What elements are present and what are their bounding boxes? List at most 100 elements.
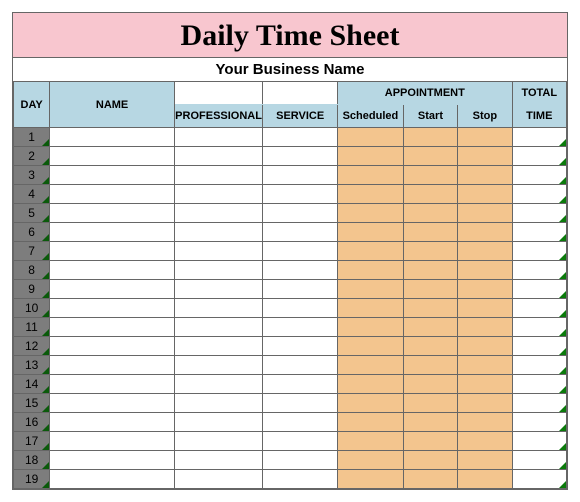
cell-scheduled[interactable]	[338, 375, 404, 394]
cell-start[interactable]	[403, 451, 457, 470]
cell-scheduled[interactable]	[338, 470, 404, 489]
cell-scheduled[interactable]	[338, 432, 404, 451]
cell-name[interactable]	[50, 432, 175, 451]
cell-professional[interactable]	[174, 166, 262, 185]
cell-professional[interactable]	[174, 394, 262, 413]
cell-service[interactable]	[263, 261, 338, 280]
cell-stop[interactable]	[458, 261, 512, 280]
cell-start[interactable]	[403, 166, 457, 185]
cell-professional[interactable]	[174, 204, 262, 223]
cell-service[interactable]	[263, 394, 338, 413]
cell-total-time[interactable]	[512, 337, 566, 356]
cell-start[interactable]	[403, 261, 457, 280]
cell-stop[interactable]	[458, 356, 512, 375]
cell-professional[interactable]	[174, 451, 262, 470]
cell-scheduled[interactable]	[338, 337, 404, 356]
cell-professional[interactable]	[174, 375, 262, 394]
cell-stop[interactable]	[458, 166, 512, 185]
cell-name[interactable]	[50, 166, 175, 185]
cell-day[interactable]: 9	[14, 280, 50, 299]
cell-professional[interactable]	[174, 356, 262, 375]
cell-service[interactable]	[263, 147, 338, 166]
cell-professional[interactable]	[174, 413, 262, 432]
cell-day[interactable]: 14	[14, 375, 50, 394]
cell-professional[interactable]	[174, 261, 262, 280]
cell-name[interactable]	[50, 470, 175, 489]
cell-name[interactable]	[50, 280, 175, 299]
cell-professional[interactable]	[174, 280, 262, 299]
cell-total-time[interactable]	[512, 204, 566, 223]
cell-scheduled[interactable]	[338, 261, 404, 280]
cell-service[interactable]	[263, 166, 338, 185]
cell-stop[interactable]	[458, 280, 512, 299]
cell-day[interactable]: 5	[14, 204, 50, 223]
cell-name[interactable]	[50, 318, 175, 337]
cell-service[interactable]	[263, 413, 338, 432]
cell-stop[interactable]	[458, 413, 512, 432]
cell-total-time[interactable]	[512, 299, 566, 318]
cell-professional[interactable]	[174, 242, 262, 261]
cell-day[interactable]: 19	[14, 470, 50, 489]
cell-name[interactable]	[50, 394, 175, 413]
cell-start[interactable]	[403, 432, 457, 451]
cell-total-time[interactable]	[512, 356, 566, 375]
cell-name[interactable]	[50, 242, 175, 261]
cell-start[interactable]	[403, 185, 457, 204]
cell-name[interactable]	[50, 375, 175, 394]
cell-scheduled[interactable]	[338, 394, 404, 413]
cell-service[interactable]	[263, 470, 338, 489]
cell-day[interactable]: 4	[14, 185, 50, 204]
cell-professional[interactable]	[174, 128, 262, 147]
cell-total-time[interactable]	[512, 147, 566, 166]
cell-start[interactable]	[403, 204, 457, 223]
cell-stop[interactable]	[458, 394, 512, 413]
cell-scheduled[interactable]	[338, 318, 404, 337]
cell-professional[interactable]	[174, 147, 262, 166]
cell-start[interactable]	[403, 147, 457, 166]
cell-day[interactable]: 7	[14, 242, 50, 261]
cell-professional[interactable]	[174, 223, 262, 242]
cell-name[interactable]	[50, 299, 175, 318]
cell-stop[interactable]	[458, 147, 512, 166]
cell-name[interactable]	[50, 413, 175, 432]
cell-scheduled[interactable]	[338, 147, 404, 166]
cell-total-time[interactable]	[512, 470, 566, 489]
cell-service[interactable]	[263, 204, 338, 223]
cell-scheduled[interactable]	[338, 299, 404, 318]
cell-day[interactable]: 17	[14, 432, 50, 451]
cell-stop[interactable]	[458, 375, 512, 394]
cell-day[interactable]: 11	[14, 318, 50, 337]
cell-stop[interactable]	[458, 185, 512, 204]
cell-service[interactable]	[263, 185, 338, 204]
cell-day[interactable]: 15	[14, 394, 50, 413]
cell-name[interactable]	[50, 128, 175, 147]
cell-scheduled[interactable]	[338, 242, 404, 261]
cell-start[interactable]	[403, 394, 457, 413]
cell-start[interactable]	[403, 128, 457, 147]
cell-service[interactable]	[263, 299, 338, 318]
cell-scheduled[interactable]	[338, 451, 404, 470]
cell-name[interactable]	[50, 451, 175, 470]
cell-start[interactable]	[403, 337, 457, 356]
cell-professional[interactable]	[174, 337, 262, 356]
cell-service[interactable]	[263, 451, 338, 470]
cell-day[interactable]: 16	[14, 413, 50, 432]
cell-day[interactable]: 8	[14, 261, 50, 280]
cell-total-time[interactable]	[512, 261, 566, 280]
cell-scheduled[interactable]	[338, 413, 404, 432]
cell-service[interactable]	[263, 242, 338, 261]
cell-day[interactable]: 12	[14, 337, 50, 356]
cell-name[interactable]	[50, 337, 175, 356]
cell-stop[interactable]	[458, 318, 512, 337]
cell-service[interactable]	[263, 128, 338, 147]
cell-day[interactable]: 18	[14, 451, 50, 470]
cell-day[interactable]: 3	[14, 166, 50, 185]
cell-professional[interactable]	[174, 470, 262, 489]
cell-total-time[interactable]	[512, 318, 566, 337]
cell-total-time[interactable]	[512, 451, 566, 470]
cell-total-time[interactable]	[512, 280, 566, 299]
cell-service[interactable]	[263, 375, 338, 394]
cell-day[interactable]: 1	[14, 128, 50, 147]
cell-total-time[interactable]	[512, 375, 566, 394]
cell-scheduled[interactable]	[338, 185, 404, 204]
